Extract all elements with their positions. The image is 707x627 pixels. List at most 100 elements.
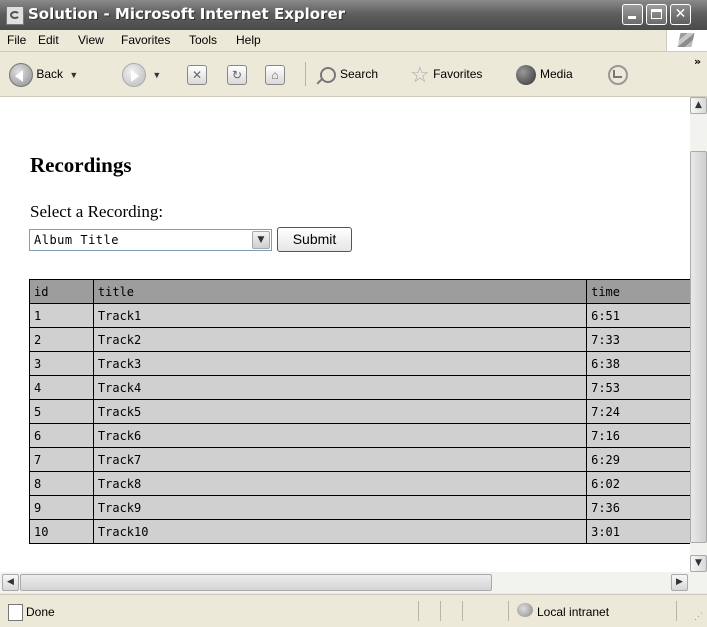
menu-file[interactable]: File: [7, 33, 26, 47]
stop-icon: ✕: [187, 64, 207, 85]
status-bar: Done Local intranet ⋰: [0, 594, 707, 627]
cell-time: 7:33: [586, 327, 690, 352]
cell-id: 1: [29, 303, 94, 328]
column-header-id: id: [29, 279, 94, 304]
table-row: 7 Track7 6:29: [29, 447, 690, 472]
cell-id: 9: [29, 495, 94, 520]
back-label: Back: [36, 67, 64, 81]
status-pane-divider: [418, 601, 419, 621]
cell-id: 3: [29, 351, 94, 376]
minimize-button[interactable]: [622, 4, 643, 25]
status-text: Done: [26, 605, 55, 619]
history-icon: [608, 64, 628, 85]
back-dropdown-icon[interactable]: ▼: [69, 70, 78, 80]
status-pane-divider: [462, 601, 463, 621]
title-bar[interactable]: Solution - Microsoft Internet Explorer ✕: [0, 0, 707, 30]
status-pane-divider: [508, 601, 509, 621]
stop-button[interactable]: ✕: [187, 61, 207, 87]
cell-time: 6:02: [586, 471, 690, 496]
cell-title: Track9: [92, 495, 588, 520]
cell-title: Track2: [92, 327, 588, 352]
favorites-label: Favorites: [433, 67, 483, 81]
intranet-icon: [517, 603, 533, 617]
cell-title: Track7: [92, 447, 588, 472]
browser-window: Solution - Microsoft Internet Explorer ✕…: [0, 0, 707, 627]
page-heading: Recordings: [30, 153, 132, 177]
maximize-button[interactable]: [646, 4, 667, 25]
star-icon: ☆: [410, 61, 430, 87]
cell-id: 8: [29, 471, 94, 496]
cell-title: Track10: [92, 519, 588, 544]
toolbar-separator: [305, 62, 306, 86]
vertical-scrollbar[interactable]: ▲ ▼: [690, 97, 707, 572]
forward-button[interactable]: ▼: [122, 61, 161, 87]
recording-select[interactable]: Album Title ▼: [29, 229, 272, 251]
search-button[interactable]: Search: [320, 61, 378, 87]
scroll-up-button[interactable]: ▲: [690, 97, 707, 114]
table-row: 9 Track9 7:36: [29, 495, 690, 520]
favorites-button[interactable]: ☆ Favorites: [410, 61, 482, 87]
column-header-time: time: [586, 279, 690, 304]
cell-id: 2: [29, 327, 94, 352]
menu-edit[interactable]: Edit: [38, 33, 59, 47]
column-header-title: title: [92, 279, 588, 304]
close-button[interactable]: ✕: [670, 4, 691, 25]
cell-title: Track8: [92, 471, 588, 496]
menu-tools[interactable]: Tools: [189, 33, 217, 47]
horizontal-scroll-thumb[interactable]: [20, 574, 492, 591]
table-row: 5 Track5 7:24: [29, 399, 690, 424]
home-icon: ⌂: [265, 64, 285, 85]
menu-favorites[interactable]: Favorites: [121, 33, 170, 47]
forward-dropdown-icon[interactable]: ▼: [152, 70, 161, 80]
status-pane-divider: [676, 601, 677, 621]
media-icon: [516, 64, 536, 85]
cell-title: Track1: [92, 303, 588, 328]
menu-view[interactable]: View: [78, 33, 104, 47]
cell-id: 6: [29, 423, 94, 448]
security-zone: Local intranet: [537, 605, 610, 619]
resize-grip-icon[interactable]: ⋰: [694, 611, 703, 622]
scroll-right-button[interactable]: ▶: [671, 574, 688, 591]
cell-id: 4: [29, 375, 94, 400]
home-button[interactable]: ⌂: [265, 61, 285, 87]
page-content: Recordings Select a Recording: Album Tit…: [0, 97, 690, 572]
cell-time: 3:01: [586, 519, 690, 544]
scroll-down-button[interactable]: ▼: [690, 555, 707, 572]
cell-time: 6:29: [586, 447, 690, 472]
toolbar: Back ▼ ▼ ✕ ↻ ⌂ Search ☆ Favorites Media …: [0, 52, 707, 97]
horizontal-scrollbar[interactable]: ◀ ▶: [0, 572, 707, 593]
history-button[interactable]: [608, 61, 628, 87]
cell-id: 5: [29, 399, 94, 424]
refresh-button[interactable]: ↻: [227, 61, 247, 87]
table-row: 1 Track1 6:51: [29, 303, 690, 328]
cell-title: Track3: [92, 351, 588, 376]
refresh-icon: ↻: [227, 64, 247, 85]
media-label: Media: [540, 67, 573, 81]
cell-time: 7:36: [586, 495, 690, 520]
table-row: 6 Track6 7:16: [29, 423, 690, 448]
recordings-table: id title time 1 Track1 6:51 2 Track2 7:33 3 Tra…: [29, 279, 690, 544]
cell-time: 7:16: [586, 423, 690, 448]
scroll-left-button[interactable]: ◀: [2, 574, 19, 591]
cell-title: Track5: [92, 399, 588, 424]
cell-title: Track4: [92, 375, 588, 400]
table-row: 3 Track3 6:38: [29, 351, 690, 376]
cell-id: 7: [29, 447, 94, 472]
select-label: Select a Recording:: [30, 202, 164, 221]
cell-time: 6:51: [586, 303, 690, 328]
submit-button[interactable]: Submit: [277, 227, 352, 252]
media-button[interactable]: Media: [516, 61, 573, 87]
table-row: 10 Track10 3:01: [29, 519, 690, 544]
table-row: 4 Track4 7:53: [29, 375, 690, 400]
cell-time: 7:24: [586, 399, 690, 424]
windows-logo-icon: [666, 30, 707, 51]
cell-id: 10: [29, 519, 94, 544]
back-button[interactable]: Back ▼: [9, 61, 78, 87]
toolbar-overflow-icon[interactable]: »: [694, 55, 701, 68]
window-title: Solution - Microsoft Internet Explorer: [28, 5, 346, 23]
back-arrow-icon: [9, 62, 33, 87]
table-header-row: id title time: [29, 279, 690, 304]
vertical-scroll-thumb[interactable]: [690, 151, 707, 543]
chevron-down-icon[interactable]: ▼: [252, 231, 270, 249]
menu-help[interactable]: Help: [236, 33, 261, 47]
